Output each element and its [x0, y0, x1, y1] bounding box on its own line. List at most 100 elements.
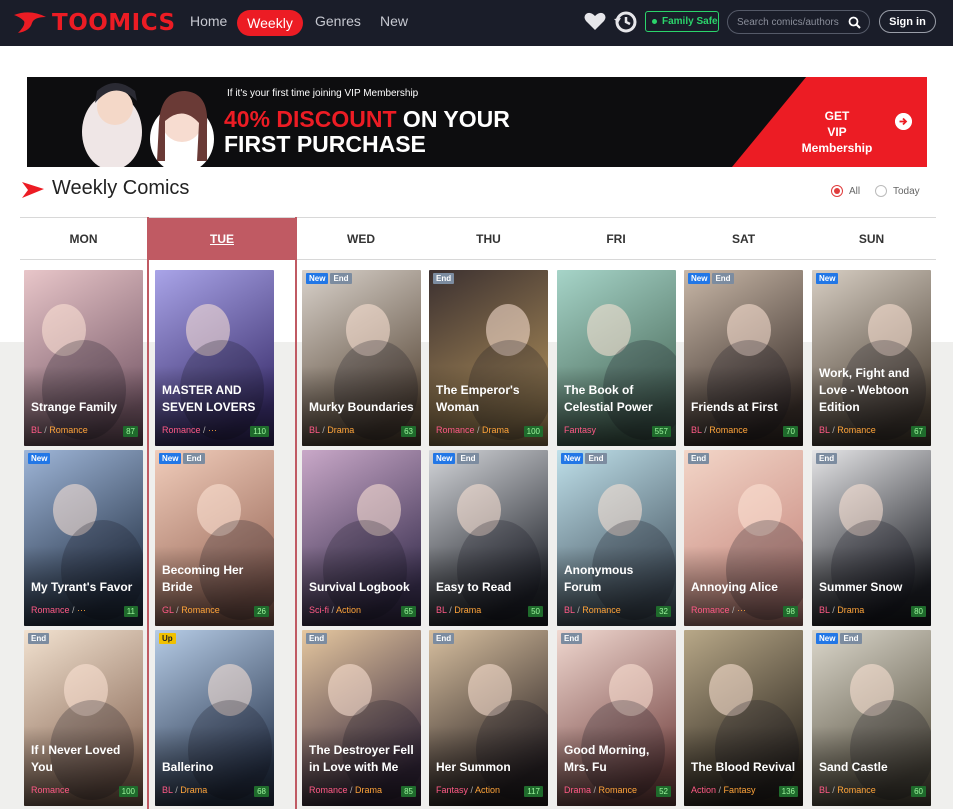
comic-card[interactable]: The Book of Celestial Power Fantasy 557	[557, 270, 676, 446]
comic-card[interactable]: New End Sand Castle BL / Romance 60	[812, 630, 931, 806]
nav-new[interactable]: New	[380, 13, 408, 29]
day-tab-sat[interactable]: SAT	[680, 218, 807, 260]
comic-card[interactable]: End If I Never Loved You Romance 100	[24, 630, 143, 806]
badge-group: New	[28, 453, 51, 464]
day-tab-tue[interactable]: TUE	[147, 218, 297, 260]
comic-card[interactable]: End The Emperor's Woman Romance / Drama 100	[429, 270, 548, 446]
toomics-logo[interactable]: TOOMICS	[12, 8, 176, 38]
filter-all[interactable]: All	[831, 185, 860, 197]
comic-genres: Romance / ···	[691, 605, 746, 615]
history-icon[interactable]	[613, 9, 639, 35]
comic-card[interactable]: New End Anonymous Forum BL / Romance 32	[557, 450, 676, 626]
episode-count: 50	[528, 606, 543, 617]
nav-genres[interactable]: Genres	[315, 13, 361, 29]
up-badge: Up	[159, 633, 176, 644]
comic-card[interactable]: End Good Morning, Mrs. Fu Drama / Romance 5…	[557, 630, 676, 806]
banner-headline-rest: ON YOUR	[396, 106, 510, 132]
genre-secondary: Drama	[837, 605, 865, 615]
sign-in-button[interactable]: Sign in	[879, 10, 936, 33]
genre-secondary: Action	[336, 605, 362, 615]
nav-home[interactable]: Home	[190, 13, 227, 29]
comic-title: Strange Family	[31, 400, 118, 414]
comic-card[interactable]: New Work, Fight and Love - Webtoon Editio…	[812, 270, 931, 446]
genre-secondary: Romance	[837, 785, 876, 795]
genre-secondary: Drama	[482, 425, 510, 435]
end-badge: End	[433, 633, 455, 644]
day-tab-thu[interactable]: THU	[425, 218, 552, 260]
genre-primary: BL	[162, 785, 173, 795]
genre-separator: /	[591, 785, 599, 795]
comic-card[interactable]: End Her Summon Fantasy / Action 117	[429, 630, 548, 806]
genre-primary: BL	[436, 605, 447, 615]
comic-genres: Action / Fantasy	[691, 785, 756, 795]
new-badge: New	[159, 453, 182, 464]
genre-primary: GL	[162, 605, 174, 615]
comic-title: Anonymous Forum	[564, 563, 634, 594]
comic-card[interactable]: End The Destroyer Fell in Love with Me Rom…	[302, 630, 421, 806]
comic-card[interactable]: New End Friends at First BL / Romance 70	[684, 270, 803, 446]
radio-all-selected[interactable]	[831, 185, 843, 197]
banner-cta[interactable]: GET VIP Membership	[792, 108, 882, 156]
radio-today[interactable]	[875, 185, 887, 197]
vip-banner[interactable]: If it's your first time joining VIP Memb…	[27, 77, 927, 167]
episode-count: 60	[911, 786, 926, 797]
genre-primary: Sci-fi	[309, 605, 329, 615]
genre-secondary: Drama	[355, 785, 383, 795]
badge-group: Up	[159, 633, 176, 644]
badge-group: End	[433, 273, 455, 284]
day-tab-fri[interactable]: FRI	[552, 218, 680, 260]
comic-card[interactable]: New My Tyrant's Favor Romance / ··· 11	[24, 450, 143, 626]
comic-card[interactable]: New End Murky Boundaries BL / Drama 63	[302, 270, 421, 446]
comic-card[interactable]: MASTER AND SEVEN LOVERS Romance / ··· 110	[155, 270, 274, 446]
genre-separator: /	[69, 605, 78, 615]
genre-primary: Romance	[31, 785, 70, 795]
comic-card[interactable]: New End Becoming Her Bride GL / Romance 26	[155, 450, 274, 626]
comic-card[interactable]: New End Easy to Read BL / Drama 50	[429, 450, 548, 626]
family-safe-toggle[interactable]: Family Safe	[645, 11, 719, 32]
radio-all-label: All	[849, 185, 861, 197]
genre-primary: BL	[31, 425, 42, 435]
end-badge: End	[306, 633, 328, 644]
genre-primary: BL	[819, 425, 830, 435]
banner-characters-illustration	[82, 83, 214, 167]
comic-title: The Emperor's Woman	[436, 383, 520, 414]
badge-group: New End	[433, 453, 479, 464]
genre-primary: Drama	[564, 785, 592, 795]
comic-card[interactable]: End Annoying Alice Romance / ··· 98	[684, 450, 803, 626]
badge-group: New	[816, 273, 839, 284]
comic-card[interactable]: Survival Logbook Sci-fi / Action 65	[302, 450, 421, 626]
comic-card[interactable]: Strange Family BL / Romance 87	[24, 270, 143, 446]
nav-weekly[interactable]: Weekly	[237, 10, 303, 36]
banner-headline-1: 40% DISCOUNT ON YOUR	[224, 106, 510, 133]
arrow-right-icon[interactable]	[895, 113, 912, 130]
comic-genres: Romance / ···	[31, 605, 86, 615]
day-tab-mon[interactable]: MON	[20, 218, 147, 260]
comic-card[interactable]: Up Ballerino BL / Drama 68	[155, 630, 274, 806]
comic-genres: BL / Drama	[436, 605, 481, 615]
filter-today[interactable]: Today	[875, 185, 920, 197]
comic-title: Easy to Read	[436, 580, 512, 594]
day-tab-wed[interactable]: WED	[297, 218, 425, 260]
search-icon[interactable]	[848, 16, 861, 29]
badge-group: New End	[561, 453, 607, 464]
search-placeholder: Search comics/authors	[737, 16, 839, 28]
day-tab-sun[interactable]: SUN	[807, 218, 936, 260]
comic-genres: BL / Romance	[819, 425, 876, 435]
genre-secondary: Drama	[180, 785, 208, 795]
search-input[interactable]: Search comics/authors	[727, 10, 870, 34]
genre-secondary: Action	[475, 785, 501, 795]
comic-genres: BL / Romance	[564, 605, 621, 615]
end-badge: End	[28, 633, 50, 644]
banner-cta-get: GET	[824, 109, 850, 123]
heart-icon[interactable]	[584, 11, 606, 31]
episode-count: 63	[401, 426, 416, 437]
comic-genres: BL / Drama	[162, 785, 207, 795]
comic-card[interactable]: The Blood Revival Action / Fantasy 136	[684, 630, 803, 806]
episode-count: 70	[783, 426, 798, 437]
badge-group: New End	[688, 273, 734, 284]
genre-secondary: ···	[737, 605, 747, 615]
genre-secondary: Fantasy	[723, 785, 756, 795]
comic-title: Annoying Alice	[691, 580, 778, 594]
comic-card[interactable]: End Summer Snow BL / Drama 80	[812, 450, 931, 626]
genre-primary: Romance	[31, 605, 70, 615]
